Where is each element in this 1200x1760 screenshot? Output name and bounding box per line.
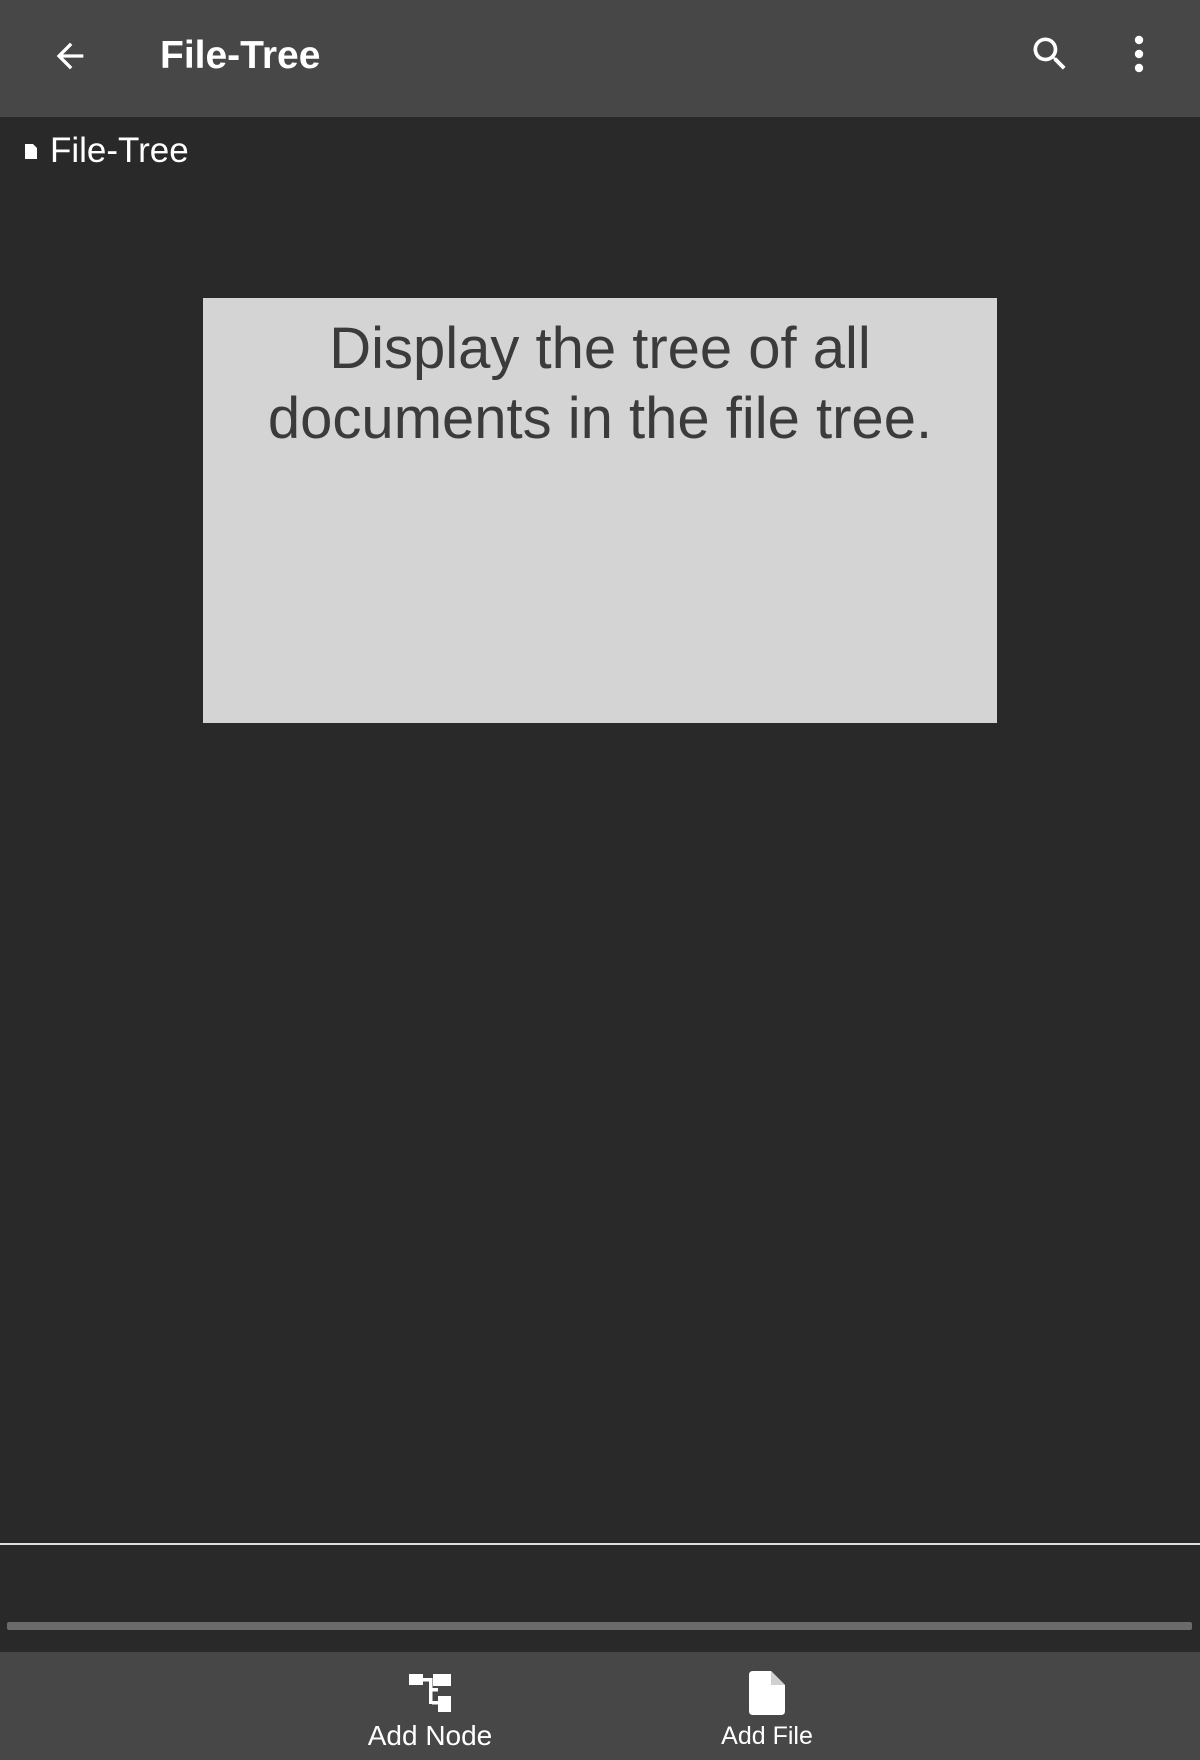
add-node-button[interactable]: Add Node bbox=[340, 1652, 520, 1760]
horizontal-scrollbar[interactable] bbox=[7, 1622, 1192, 1630]
page-title: File-Tree bbox=[160, 34, 321, 77]
file-icon bbox=[749, 1670, 785, 1716]
file-icon bbox=[22, 140, 40, 162]
add-node-label: Add Node bbox=[367, 1720, 493, 1751]
add-file-label: Add File bbox=[721, 1722, 813, 1750]
app-root: File-Tree File-Tree Display the tree of … bbox=[0, 0, 1200, 1760]
search-button[interactable] bbox=[1022, 26, 1078, 82]
tree-node-icon bbox=[409, 1670, 451, 1716]
back-button[interactable] bbox=[44, 30, 96, 82]
bottom-action-bar: Add Node Add File bbox=[0, 1652, 1200, 1760]
arrow-left-icon bbox=[56, 42, 84, 70]
divider bbox=[0, 1543, 1200, 1545]
info-text: Display the tree of all documents in the… bbox=[267, 316, 933, 451]
search-icon bbox=[1033, 37, 1066, 70]
tree-root-item[interactable]: File-Tree bbox=[22, 128, 189, 174]
more-vertical-icon bbox=[1134, 35, 1144, 73]
add-file-button[interactable]: Add File bbox=[687, 1652, 847, 1760]
tree-root-label: File-Tree bbox=[50, 131, 189, 170]
more-options-button[interactable] bbox=[1114, 26, 1164, 82]
info-placeholder-box: Display the tree of all documents in the… bbox=[203, 298, 997, 723]
top-app-bar: File-Tree bbox=[0, 0, 1200, 117]
